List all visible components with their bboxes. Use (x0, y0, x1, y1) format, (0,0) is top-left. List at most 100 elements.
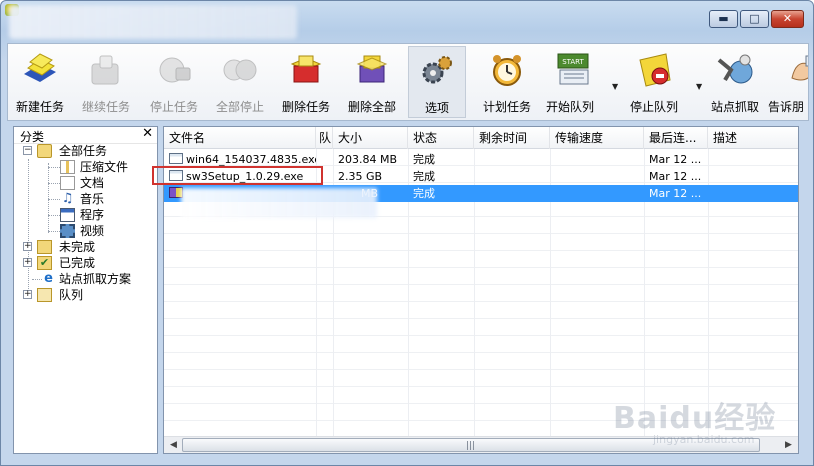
site-grabber-icon (717, 54, 753, 84)
stop-all-button[interactable]: 全部停止 (208, 46, 272, 118)
start-queue-label: 开始队列 (545, 100, 594, 114)
column-header-last-connect[interactable]: 最后连... (644, 127, 708, 149)
tree-item-compressed[interactable]: 压缩文件 (60, 159, 155, 175)
row-gridline (164, 234, 798, 251)
site-grabber-button[interactable]: 站点抓取 (704, 46, 766, 118)
tree-item-unfinished[interactable]: + 未完成 (23, 239, 153, 255)
tell-friend-button[interactable]: 告诉朋 (768, 46, 808, 118)
tree-item-video[interactable]: 视频 (60, 223, 155, 239)
scrollbar-grip-icon: ||| (466, 441, 476, 451)
stop-all-label: 全部停止 (215, 100, 264, 114)
tree-label: 队列 (59, 288, 84, 302)
size-cell: 2.35 GB (338, 170, 383, 183)
size-cell: 203.84 MB (338, 153, 398, 166)
tree-item-documents[interactable]: 文档 (60, 175, 155, 191)
status-cell: 完成 (413, 187, 435, 200)
filename-text: win64_154037.4835.exe (186, 153, 316, 166)
scroll-left-arrow-icon[interactable]: ◀ (166, 438, 181, 452)
status-cell: 完成 (413, 153, 435, 166)
start-queue-icon: START (557, 53, 589, 85)
stop-all-icon (223, 59, 257, 81)
close-button[interactable]: ✕ (771, 10, 804, 28)
tree-item-finished[interactable]: + ✔ 已完成 (23, 255, 153, 271)
maximize-button[interactable]: □ (740, 10, 769, 28)
options-button[interactable]: 选项 (408, 46, 466, 118)
tree-label: 已完成 (59, 256, 96, 270)
last-connect-cell: Mar 12 ... (649, 170, 702, 183)
watermark: Baidu经验 jingyan.baidu.com (613, 393, 809, 453)
options-label: 选项 (424, 101, 449, 115)
row-gridline (164, 302, 798, 319)
expand-icon[interactable]: + (23, 242, 32, 251)
column-header-queue[interactable]: 队 (316, 127, 333, 149)
blurred-filename-area (181, 188, 377, 218)
column-header-description[interactable]: 描述 (708, 127, 798, 149)
tree-label: 压缩文件 (80, 160, 129, 174)
browser-e-icon: e (44, 271, 53, 286)
folder-open-icon (37, 144, 52, 158)
resume-task-button[interactable]: 继续任务 (74, 46, 138, 118)
start-queue-dropdown-icon[interactable]: ▼ (612, 82, 618, 91)
last-connect-cell: Mar 12 ... (649, 187, 702, 200)
row-gridline (164, 319, 798, 336)
tree-item-programs[interactable]: 程序 (60, 207, 155, 223)
expand-icon[interactable]: + (23, 290, 32, 299)
new-task-icon (24, 53, 56, 82)
watermark-brand: Baidu经验 (613, 401, 777, 436)
delete-all-icon (356, 55, 388, 83)
minimize-button[interactable]: ▬ (709, 10, 738, 28)
tree-line (28, 159, 29, 297)
tree-line (48, 183, 60, 184)
document-icon (60, 176, 75, 190)
tree-label: 程序 (80, 208, 105, 222)
highlight-box (152, 166, 323, 185)
music-note-icon: ♫ (61, 191, 74, 206)
delete-all-button[interactable]: 删除全部 (340, 46, 404, 118)
column-header-filename[interactable]: 文件名 (164, 127, 316, 149)
schedule-clock-icon (493, 55, 521, 86)
tell-friend-icon (791, 55, 808, 81)
new-task-button[interactable]: 新建任务 (8, 46, 72, 118)
blurred-title-area (9, 5, 297, 39)
site-grabber-label: 站点抓取 (710, 100, 759, 114)
resume-task-icon (91, 55, 119, 85)
svg-text:START: START (562, 58, 584, 66)
schedule-button[interactable]: 计划任务 (472, 46, 542, 118)
row-gridline (164, 217, 798, 234)
close-icon[interactable]: ✕ (142, 126, 153, 141)
tree-item-site-grab-plans[interactable]: e 站点抓取方案 (41, 271, 156, 287)
stop-task-label: 停止任务 (149, 100, 198, 114)
stop-queue-button[interactable]: ▼ 停止队列 (624, 46, 704, 118)
tree-item-queue[interactable]: + 队列 (23, 287, 153, 303)
folder-download-icon (37, 240, 52, 254)
status-cell: 完成 (413, 170, 435, 183)
tree-label: 文档 (80, 176, 105, 190)
column-header-speed[interactable]: 传输速度 (550, 127, 644, 149)
column-header-size[interactable]: 大小 (333, 127, 408, 149)
tree-item-all-tasks[interactable]: − 全部任务 (23, 143, 153, 159)
tree-label: 视频 (80, 224, 105, 238)
column-header-time-left[interactable]: 剩余时间 (474, 127, 550, 149)
stop-queue-dropdown-icon[interactable]: ▼ (696, 82, 702, 91)
delete-task-button[interactable]: 删除任务 (274, 46, 338, 118)
collapse-icon[interactable]: − (23, 146, 32, 155)
delete-task-label: 删除任务 (281, 100, 330, 114)
delete-all-label: 删除全部 (347, 100, 396, 114)
row-gridline (164, 268, 798, 285)
tree-line (48, 167, 60, 168)
tree-label: 音乐 (80, 192, 105, 206)
stop-task-icon (159, 57, 191, 83)
start-queue-button[interactable]: START ▼ 开始队列 (542, 46, 618, 118)
new-task-label: 新建任务 (15, 100, 64, 114)
stop-queue-label: 停止队列 (629, 100, 678, 114)
category-panel: 分类 ✕ − 全部任务 压缩文件 文档 ♫ 音乐 程序 视频 + 未完成 + ✔… (13, 126, 158, 454)
expand-icon[interactable]: + (23, 258, 32, 267)
stop-task-button[interactable]: 停止任务 (142, 46, 206, 118)
tell-friend-label: 告诉朋 (768, 100, 805, 114)
list-header: 文件名 队 大小 状态 剩余时间 传输速度 最后连... 描述 (164, 127, 798, 149)
zip-file-icon (60, 160, 75, 174)
row-gridline (164, 336, 798, 353)
column-header-status[interactable]: 状态 (408, 127, 474, 149)
tree-item-music[interactable]: ♫ 音乐 (60, 191, 155, 207)
category-panel-header: 分类 ✕ (14, 126, 157, 144)
